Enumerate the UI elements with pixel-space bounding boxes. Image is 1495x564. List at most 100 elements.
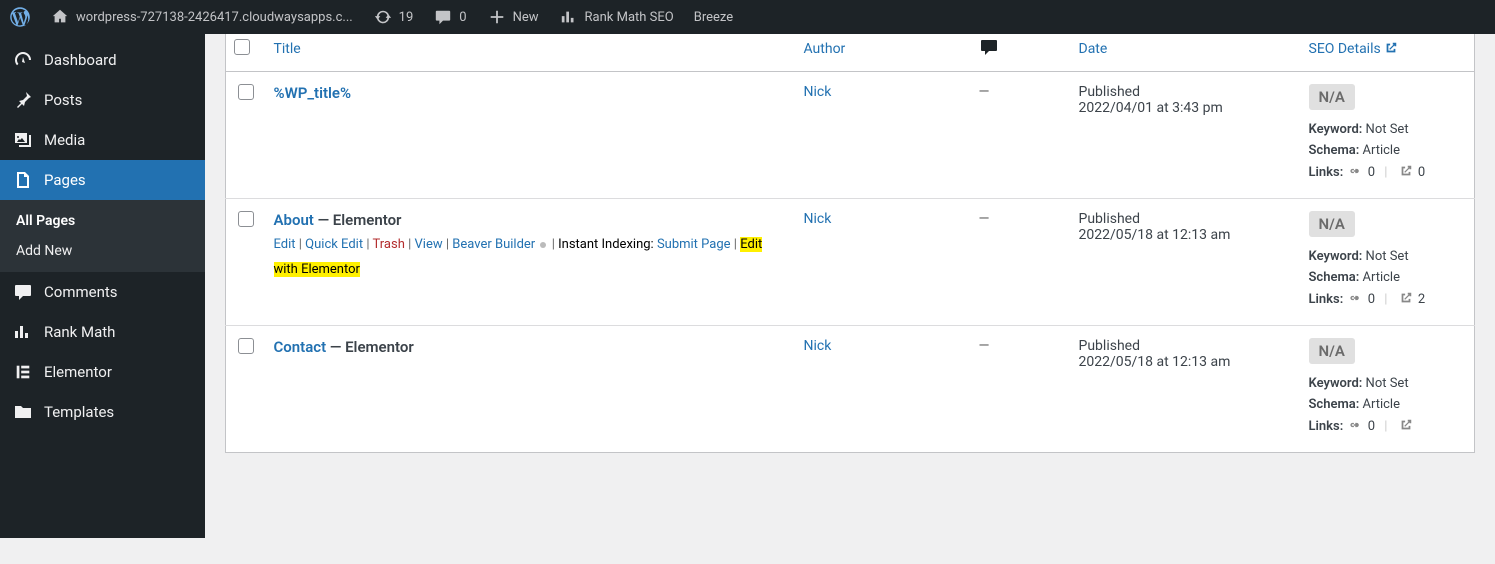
sidebar-item-comments[interactable]: Comments — [0, 272, 205, 312]
publish-status: Published — [1079, 338, 1293, 354]
sidebar-label: Elementor — [44, 363, 112, 381]
folder-icon — [12, 401, 34, 423]
table-row: %WP_title% Nick — Published2022/04/01 at… — [226, 72, 1475, 199]
new-content[interactable]: New — [477, 0, 549, 34]
new-label: New — [513, 10, 539, 25]
sidebar-item-templates[interactable]: Templates — [0, 392, 205, 432]
action-edit[interactable]: Edit — [274, 237, 296, 252]
home-icon — [50, 7, 70, 27]
seo-links: Links: 0 | 2 — [1309, 291, 1467, 307]
seo-links: Links: 0 | 0 — [1309, 164, 1467, 180]
update-count: 19 — [399, 10, 414, 25]
seo-badge: N/A — [1309, 211, 1355, 237]
external-link-icon — [1399, 165, 1413, 180]
comment-icon — [433, 7, 453, 27]
sidebar-sub-add-new[interactable]: Add New — [0, 236, 205, 266]
comments-toolbar[interactable]: 0 — [423, 0, 476, 34]
author-link[interactable]: Nick — [804, 338, 832, 354]
site-label: wordpress-727138-2426417.cloudwaysapps.c… — [76, 10, 353, 25]
comment-icon — [12, 281, 34, 303]
internal-link-icon — [1349, 419, 1363, 434]
external-icon — [1384, 41, 1398, 55]
no-comments: — — [979, 84, 990, 100]
main-content: Title Author Date SEO Details %WP_title%… — [205, 26, 1495, 453]
post-state: — Elementor — [314, 211, 402, 229]
row-checkbox[interactable] — [238, 211, 254, 227]
update-icon — [373, 7, 393, 27]
sidebar-label: Templates — [44, 403, 114, 421]
publish-status: Published — [1079, 84, 1293, 100]
table-row: About — Elementor Edit | Quick Edit | Tr… — [226, 199, 1475, 326]
external-link-icon — [1399, 419, 1413, 434]
admin-sidebar: Dashboard Posts Media Pages All Pages Ad… — [0, 34, 205, 538]
row-checkbox[interactable] — [238, 84, 254, 100]
rankmath-label: Rank Math SEO — [585, 10, 674, 25]
no-comments: — — [979, 338, 990, 354]
status-dot-icon — [540, 242, 546, 248]
sidebar-item-posts[interactable]: Posts — [0, 80, 205, 120]
checkbox[interactable] — [234, 39, 250, 55]
sidebar-item-elementor[interactable]: Elementor — [0, 352, 205, 392]
action-beaver-builder[interactable]: Beaver Builder — [452, 237, 535, 252]
sidebar-label: Pages — [44, 171, 86, 189]
page-title-link[interactable]: %WP_title% — [274, 84, 352, 102]
pin-icon — [12, 89, 34, 111]
sidebar-item-pages[interactable]: Pages — [0, 160, 205, 200]
seo-badge: N/A — [1309, 84, 1355, 110]
internal-link-icon — [1349, 292, 1363, 307]
pages-icon — [12, 169, 34, 191]
seo-keyword: Keyword: Not Set — [1309, 122, 1467, 137]
post-state: — Elementor — [326, 338, 414, 356]
author-link[interactable]: Nick — [804, 211, 832, 227]
no-comments: — — [979, 211, 990, 227]
wp-logo[interactable] — [0, 0, 40, 34]
chart-icon — [12, 321, 34, 343]
sidebar-sub-all-pages[interactable]: All Pages — [0, 206, 205, 236]
author-link[interactable]: Nick — [804, 84, 832, 100]
seo-schema: Schema: Article — [1309, 397, 1467, 412]
elementor-icon — [12, 361, 34, 383]
admin-toolbar: wordpress-727138-2426417.cloudwaysapps.c… — [0, 0, 1495, 34]
external-link-icon — [1399, 292, 1413, 307]
action-trash[interactable]: Trash — [372, 237, 404, 252]
plus-icon — [487, 7, 507, 27]
breeze-toolbar[interactable]: Breeze — [684, 0, 743, 34]
publish-date: 2022/04/01 at 3:43 pm — [1079, 100, 1293, 116]
sidebar-item-dashboard[interactable]: Dashboard — [0, 40, 205, 80]
sidebar-item-media[interactable]: Media — [0, 120, 205, 160]
sidebar-submenu-pages: All Pages Add New — [0, 200, 205, 272]
seo-badge: N/A — [1309, 338, 1355, 364]
table-row: Contact — Elementor Nick — Published2022… — [226, 326, 1475, 453]
sidebar-label: Media — [44, 131, 85, 149]
rankmath-toolbar[interactable]: Rank Math SEO — [549, 0, 684, 34]
site-home[interactable]: wordpress-727138-2426417.cloudwaysapps.c… — [40, 0, 363, 34]
sidebar-label: Rank Math — [44, 323, 115, 341]
seo-schema: Schema: Article — [1309, 270, 1467, 285]
action-instant-indexing-label: Instant Indexing: — [558, 237, 654, 252]
row-checkbox[interactable] — [238, 338, 254, 354]
action-view[interactable]: View — [415, 237, 443, 252]
breeze-label: Breeze — [694, 10, 733, 25]
wordpress-icon — [10, 7, 30, 27]
comment-count: 0 — [459, 10, 466, 25]
pages-table: Title Author Date SEO Details %WP_title%… — [225, 26, 1475, 453]
action-quick-edit[interactable]: Quick Edit — [305, 237, 363, 252]
sidebar-item-rankmath[interactable]: Rank Math — [0, 312, 205, 352]
publish-status: Published — [1079, 211, 1293, 227]
media-icon — [12, 129, 34, 151]
updates[interactable]: 19 — [363, 0, 424, 34]
row-actions: Edit | Quick Edit | Trash | View | Beave… — [274, 233, 788, 282]
page-title-link[interactable]: About — [274, 211, 314, 229]
seo-links: Links: 0 | — [1309, 418, 1467, 434]
sidebar-label: Posts — [44, 91, 82, 109]
comment-icon — [979, 45, 999, 61]
page-title-link[interactable]: Contact — [274, 338, 327, 356]
action-submit-page[interactable]: Submit Page — [657, 237, 731, 252]
seo-keyword: Keyword: Not Set — [1309, 249, 1467, 264]
seo-keyword: Keyword: Not Set — [1309, 376, 1467, 391]
internal-link-icon — [1349, 165, 1363, 180]
seo-schema: Schema: Article — [1309, 143, 1467, 158]
chart-icon — [559, 7, 579, 27]
dashboard-icon — [12, 49, 34, 71]
publish-date: 2022/05/18 at 12:13 am — [1079, 354, 1293, 370]
